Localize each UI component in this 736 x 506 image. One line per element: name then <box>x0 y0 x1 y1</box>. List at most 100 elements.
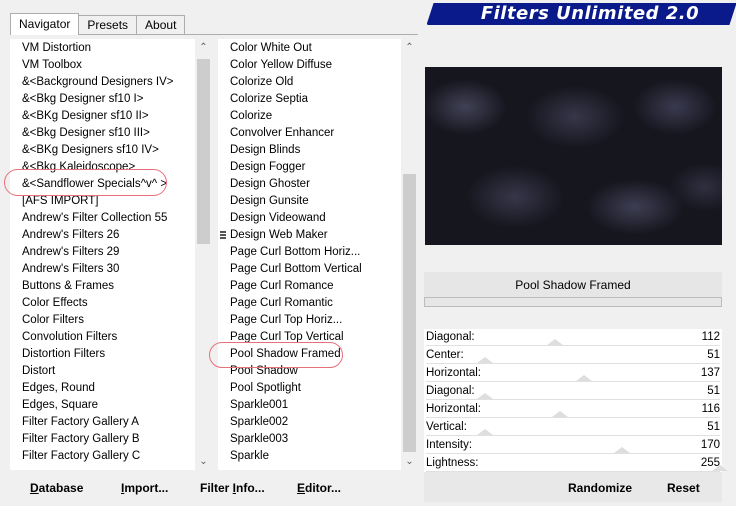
category-scroll-thumb[interactable] <box>197 59 210 244</box>
category-list[interactable]: VM Distortion VM Toolbox &<Background Desi… <box>10 39 212 470</box>
category-item[interactable]: Distortion Filters <box>22 346 192 363</box>
category-item[interactable]: &<Bkg Designer sf10 III> <box>22 125 192 142</box>
param-slider-knob[interactable] <box>476 429 493 435</box>
import-button[interactable]: Import... <box>121 478 168 498</box>
filter-info-button[interactable]: Filter Info... <box>200 478 265 498</box>
filter-item[interactable]: Pool Spotlight <box>230 380 398 397</box>
param-slider-knob[interactable] <box>476 393 493 399</box>
param-slider-knob[interactable] <box>476 357 493 363</box>
param-slider-knob[interactable] <box>575 375 592 381</box>
category-item[interactable]: Andrew's Filters 30 <box>22 261 192 278</box>
param-slider-track[interactable] <box>426 345 720 346</box>
parameter-panel: Diagonal: 112 Center: 51 Horizontal: 137 Diago… <box>424 329 728 473</box>
scroll-down-icon[interactable]: ⌄ <box>401 453 418 470</box>
filter-item[interactable]: Sparkle <box>230 448 398 465</box>
category-item[interactable]: &<BKg Designer sf10 II> <box>22 108 192 125</box>
filter-item[interactable]: Design Blinds <box>230 142 398 159</box>
category-item[interactable]: VM Toolbox <box>22 57 192 74</box>
scroll-up-icon[interactable]: ⌃ <box>401 39 418 56</box>
param-slider-track[interactable] <box>426 453 720 454</box>
category-item[interactable]: Filter Factory Gallery C <box>22 448 192 465</box>
filter-item[interactable]: Page Curl Bottom Horiz... <box>230 244 398 261</box>
param-slider-knob[interactable] <box>551 411 568 417</box>
param-slider-knob[interactable] <box>712 465 728 471</box>
category-item[interactable]: Filter Factory Gallery A <box>22 414 192 431</box>
category-item[interactable]: &<BKg Designers sf10 IV> <box>22 142 192 159</box>
category-item[interactable]: Andrew's Filters 26 <box>22 227 192 244</box>
param-row[interactable]: Lightness: 255 <box>424 455 728 473</box>
category-items: VM Distortion VM Toolbox &<Background Desi… <box>22 40 192 465</box>
filter-list[interactable]: Color White Out Color Yellow Diffuse Color… <box>218 39 418 470</box>
param-row[interactable]: Vertical: 51 <box>424 419 722 437</box>
filter-item[interactable]: Colorize Old <box>230 74 398 91</box>
filter-scroll-thumb[interactable] <box>403 174 416 452</box>
filter-item[interactable]: Color Yellow Diffuse <box>230 57 398 74</box>
randomize-button[interactable]: Randomize <box>568 478 632 498</box>
scroll-down-icon[interactable]: ⌄ <box>195 453 212 470</box>
filter-item[interactable]: Page Curl Top Horiz... <box>230 312 398 329</box>
tab-presets[interactable]: Presets <box>78 15 138 35</box>
filter-item[interactable]: Sparkle003 <box>230 431 398 448</box>
filter-item[interactable]: Color White Out <box>230 40 398 57</box>
filter-item[interactable]: Sparkle002 <box>230 414 398 431</box>
tab-navigator[interactable]: Navigator <box>10 13 80 35</box>
param-slider-track[interactable] <box>426 435 720 436</box>
database-button[interactable]: Database <box>30 478 83 498</box>
param-label: Diagonal: <box>426 385 475 397</box>
editor-button[interactable]: Editor... <box>297 478 341 498</box>
param-row[interactable]: Diagonal: 112 <box>424 329 722 347</box>
filter-item[interactable]: Page Curl Romantic <box>230 295 398 312</box>
param-row[interactable]: Diagonal: 51 <box>424 383 722 401</box>
param-label: Horizontal: <box>426 367 481 379</box>
category-item[interactable]: VM Distortion <box>22 40 192 57</box>
category-item[interactable]: Color Filters <box>22 312 192 329</box>
param-row[interactable]: Horizontal: 116 <box>424 401 722 419</box>
category-item[interactable]: &<Background Designers IV> <box>22 74 192 91</box>
filter-item[interactable]: Design Videowand <box>230 210 398 227</box>
param-slider-track[interactable] <box>426 417 720 418</box>
filter-item[interactable]: Colorize Septia <box>230 91 398 108</box>
param-row[interactable]: Horizontal: 137 <box>424 365 722 383</box>
tab-about[interactable]: About <box>136 15 186 35</box>
param-value: 51 <box>707 421 720 433</box>
filter-item[interactable]: Design Gunsite <box>230 193 398 210</box>
filter-item[interactable]: Design Fogger <box>230 159 398 176</box>
category-item[interactable]: Edges, Round <box>22 380 192 397</box>
scroll-up-icon[interactable]: ⌃ <box>195 39 212 56</box>
filter-item[interactable]: Convolver Enhancer <box>230 125 398 142</box>
category-item[interactable]: &<Bkg Designer sf10 I> <box>22 91 192 108</box>
category-item[interactable]: Andrew's Filters 29 <box>22 244 192 261</box>
filter-scrollbar[interactable]: ⌃ ⌄ <box>401 39 418 470</box>
category-scrollbar[interactable]: ⌃ ⌄ <box>195 39 212 470</box>
filter-info-label: nfo... <box>236 481 265 495</box>
param-value: 51 <box>707 385 720 397</box>
preview-image <box>425 67 722 245</box>
editor-mnemonic: E <box>297 481 306 495</box>
param-row[interactable]: Intensity: 170 <box>424 437 722 455</box>
param-label: Horizontal: <box>426 403 481 415</box>
param-value: 116 <box>701 403 720 415</box>
annotation-oval-filter <box>209 342 343 368</box>
filter-item[interactable]: Page Curl Romance <box>230 278 398 295</box>
database-mnemonic: D <box>30 481 39 495</box>
filter-item[interactable]: Design Ghoster <box>230 176 398 193</box>
filter-item[interactable]: Colorize <box>230 108 398 125</box>
param-slider-knob[interactable] <box>547 339 564 345</box>
param-slider-track[interactable] <box>426 363 720 364</box>
param-slider-track[interactable] <box>426 381 720 382</box>
filter-item[interactable]: Design Web Maker <box>230 227 398 244</box>
category-item[interactable]: Andrew's Filter Collection 55 <box>22 210 192 227</box>
category-item[interactable]: Distort <box>22 363 192 380</box>
filter-item[interactable]: Page Curl Bottom Vertical <box>230 261 398 278</box>
category-item[interactable]: Edges, Square <box>22 397 192 414</box>
category-item[interactable]: Convolution Filters <box>22 329 192 346</box>
category-item[interactable]: Color Effects <box>22 295 192 312</box>
filter-item[interactable]: Sparkle001 <box>230 397 398 414</box>
param-slider-knob[interactable] <box>614 447 630 453</box>
reset-button[interactable]: Reset <box>667 478 700 498</box>
param-value: 137 <box>700 367 720 379</box>
param-row[interactable]: Center: 51 <box>424 347 722 365</box>
category-item[interactable]: Buttons & Frames <box>22 278 192 295</box>
param-slider-track[interactable] <box>426 399 720 400</box>
category-item[interactable]: Filter Factory Gallery B <box>22 431 192 448</box>
